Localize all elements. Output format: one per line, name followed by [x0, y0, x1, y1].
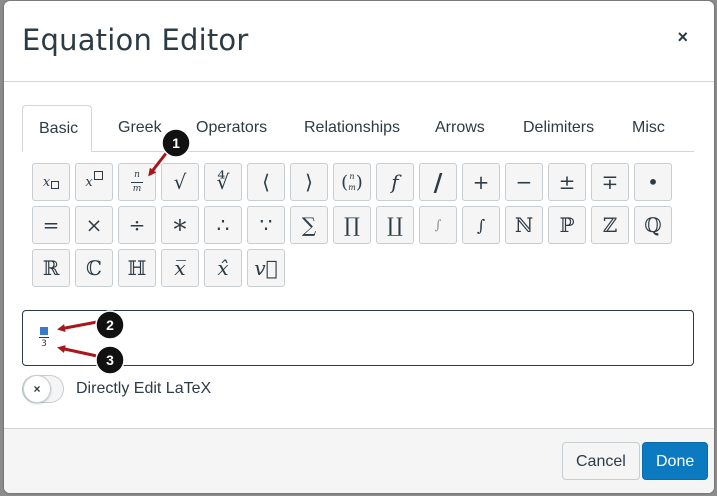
plus-minus-button[interactable]: ±: [548, 163, 586, 201]
hat-button[interactable]: x̂: [204, 249, 242, 287]
fraction-button[interactable]: nm: [118, 163, 156, 201]
tab-misc[interactable]: Misc: [616, 105, 681, 151]
close-icon[interactable]: ×: [677, 27, 688, 48]
superscript-button[interactable]: x: [75, 163, 113, 201]
primes-button[interactable]: ℙ: [548, 206, 586, 244]
subscript-button[interactable]: x: [32, 163, 70, 201]
dialog-footer: Cancel Done: [4, 428, 714, 493]
bullet-button[interactable]: •: [634, 163, 672, 201]
because-button[interactable]: ∵: [247, 206, 285, 244]
cancel-button[interactable]: Cancel: [562, 442, 640, 480]
right-angle-button[interactable]: ⟩: [290, 163, 328, 201]
fraction-bar: [39, 337, 49, 338]
denominator-value[interactable]: 3: [41, 340, 47, 349]
integral-button[interactable]: ∫: [462, 206, 500, 244]
tab-bar: Basic Greek Operators Relationships Arro…: [22, 105, 694, 152]
tab-arrows[interactable]: Arrows: [419, 105, 501, 151]
sqrt-button[interactable]: √: [161, 163, 199, 201]
left-angle-button[interactable]: ⟨: [247, 163, 285, 201]
tab-basic[interactable]: Basic: [22, 105, 92, 152]
dialog-title: Equation Editor: [22, 23, 249, 57]
reals-button[interactable]: ℝ: [32, 249, 70, 287]
numerator-placeholder[interactable]: [40, 327, 48, 335]
latex-toggle-label: Directly Edit LaTeX: [76, 380, 212, 397]
equation-editor-dialog: Equation Editor × Basic Greek Operators …: [4, 1, 714, 493]
nth-root-button[interactable]: ∜: [204, 163, 242, 201]
quaternions-button[interactable]: ℍ: [118, 249, 156, 287]
definite-integral-button[interactable]: ∫: [419, 206, 457, 244]
asterisk-button[interactable]: ∗: [161, 206, 199, 244]
function-button[interactable]: f: [376, 163, 414, 201]
dialog-header: Equation Editor ×: [4, 1, 714, 82]
tab-greek[interactable]: Greek: [102, 105, 178, 151]
times-button[interactable]: ×: [75, 206, 113, 244]
minus-button[interactable]: −: [505, 163, 543, 201]
naturals-button[interactable]: ℕ: [505, 206, 543, 244]
plus-button[interactable]: +: [462, 163, 500, 201]
equals-button[interactable]: =: [32, 206, 70, 244]
tab-delimiters[interactable]: Delimiters: [507, 105, 610, 151]
overline-button[interactable]: x̅: [161, 249, 199, 287]
rationals-button[interactable]: ℚ: [634, 206, 672, 244]
vector-button[interactable]: v⃗: [247, 249, 285, 287]
latex-toggle[interactable]: ×: [22, 375, 64, 403]
complex-button[interactable]: ℂ: [75, 249, 113, 287]
toggle-off-icon: ×: [23, 375, 51, 403]
integers-button[interactable]: ℤ: [591, 206, 629, 244]
product-button[interactable]: ∏: [333, 206, 371, 244]
binomial-button[interactable]: (n m): [333, 163, 371, 201]
done-button[interactable]: Done: [642, 442, 709, 480]
equation-input[interactable]: 3: [22, 310, 694, 366]
coproduct-button[interactable]: ∐: [376, 206, 414, 244]
divide-button[interactable]: ÷: [118, 206, 156, 244]
tab-relationships[interactable]: Relationships: [288, 105, 416, 151]
tab-operators[interactable]: Operators: [180, 105, 283, 151]
sum-button[interactable]: ∑: [290, 206, 328, 244]
fraction-preview: 3: [39, 327, 49, 349]
slash-button[interactable]: /: [419, 163, 457, 201]
therefore-button[interactable]: ∴: [204, 206, 242, 244]
minus-plus-button[interactable]: ∓: [591, 163, 629, 201]
